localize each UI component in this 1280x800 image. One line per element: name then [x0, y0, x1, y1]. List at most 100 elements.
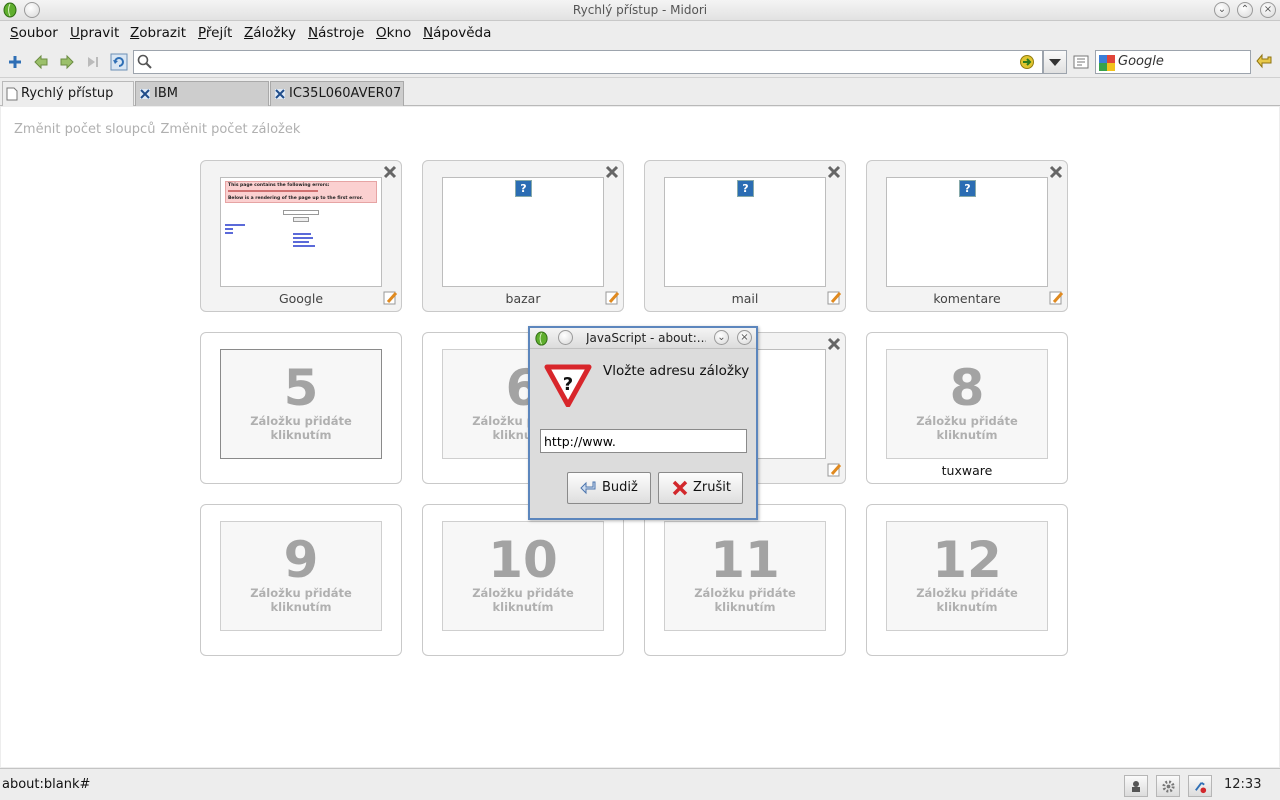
ok-arrow-icon: [580, 481, 596, 495]
menu-upravit[interactable]: Upravit: [70, 25, 119, 41]
search-placeholder: Google: [1118, 54, 1164, 69]
edit-shortcut-icon[interactable]: [826, 290, 842, 306]
undo-close-tab-icon[interactable]: [1256, 53, 1274, 71]
edit-shortcut-icon[interactable]: [1048, 290, 1064, 306]
empty-slot-placeholder[interactable]: 9 Záložku přidáte kliknutím: [220, 521, 382, 631]
speed-dial-slot-5[interactable]: 5 Záložku přidáte kliknutím: [200, 332, 402, 484]
speed-dial-shortcut-google[interactable]: This page contains the following errors:…: [200, 160, 402, 312]
tab-label: IBM: [154, 86, 178, 101]
remove-shortcut-icon[interactable]: [604, 164, 620, 180]
menu-zobrazit[interactable]: Zobrazit: [130, 25, 186, 41]
empty-slot-placeholder[interactable]: 10 Záložku přidáte kliknutím: [442, 521, 604, 631]
cancel-label: Zrušit: [693, 480, 731, 495]
menu-okno[interactable]: Okno: [376, 25, 411, 41]
slot-hint: kliknutím: [270, 428, 332, 442]
slot-hint: Záložku přidáte: [916, 414, 1018, 428]
menu-nastroje[interactable]: Nástroje: [308, 25, 364, 41]
dialog-close-button[interactable]: ×: [737, 330, 752, 345]
tab-ibm[interactable]: IBM: [135, 81, 269, 106]
slot-number: 8: [949, 359, 985, 417]
speed-dial-slot-9[interactable]: 9 Záložku přidáte kliknutím: [200, 504, 402, 656]
shortcut-label: komentare: [933, 291, 1001, 306]
minimize-button[interactable]: ⌄: [1214, 2, 1230, 18]
dialog-menu-button[interactable]: [558, 330, 573, 345]
menu-zalozky[interactable]: Záložky: [244, 25, 296, 41]
speed-dial-controls: Změnit počet sloupců Změnit počet záložek: [14, 122, 305, 137]
speed-dial-slot-10[interactable]: 10 Záložku přidáte kliknutím: [422, 504, 624, 656]
cancel-button[interactable]: Zrušit: [658, 472, 743, 504]
slot-hint: Záložku přidáte: [250, 586, 352, 600]
slot-hint: Záložku přidáte: [250, 414, 352, 428]
speed-dial-shortcut-bazar[interactable]: ? bazar: [422, 160, 624, 312]
close-window-button[interactable]: ×: [1260, 2, 1276, 18]
remove-shortcut-icon[interactable]: [826, 336, 842, 352]
slot-hint: Záložku přidáte: [472, 586, 574, 600]
maximize-button[interactable]: ⌃: [1237, 2, 1253, 18]
change-shortcuts-link[interactable]: Změnit počet záložek: [160, 122, 300, 137]
google-icon: [1099, 55, 1115, 71]
edit-shortcut-icon[interactable]: [382, 290, 398, 306]
dialog-title: JavaScript - about:...: [586, 331, 706, 345]
slot-hint: Záložku přidáte: [916, 586, 1018, 600]
shortcut-thumbnail[interactable]: ?: [442, 177, 604, 287]
change-columns-link[interactable]: Změnit počet sloupců: [14, 122, 155, 137]
thumb-error-note: Below is a rendering of the page up to t…: [228, 196, 364, 201]
forward-icon[interactable]: [58, 53, 76, 71]
empty-slot-placeholder[interactable]: 11 Záložku přidáte kliknutím: [664, 521, 826, 631]
slot-number: 11: [710, 531, 780, 589]
address-bar[interactable]: [133, 50, 1043, 74]
status-settings-icon[interactable]: [1156, 775, 1180, 797]
tab-bar: Rychlý přístup IBM IC35L060AVER07: [0, 79, 1280, 106]
go-icon[interactable]: [1019, 54, 1037, 70]
search-icon: [137, 54, 152, 69]
edit-shortcut-icon[interactable]: [604, 290, 620, 306]
dialog-minimize-button[interactable]: ⌄: [714, 330, 729, 345]
shortcut-label: bazar: [505, 291, 541, 306]
empty-slot-placeholder[interactable]: 5 Záložku přidáte kliknutím: [220, 349, 382, 459]
chevron-down-icon: [1049, 59, 1061, 66]
shortcut-thumbnail[interactable]: This page contains the following errors:…: [220, 177, 382, 287]
url-input[interactable]: [158, 53, 1018, 71]
missing-image-icon: ?: [959, 180, 976, 197]
tab-ic35l060aver07[interactable]: IC35L060AVER07: [270, 81, 404, 106]
status-network-icon[interactable]: [1188, 775, 1212, 797]
dialog-titlebar: JavaScript - about:... ⌄ ×: [530, 328, 756, 349]
speed-dial-slot-12[interactable]: 12 Záložku přidáte kliknutím: [866, 504, 1068, 656]
remove-shortcut-icon[interactable]: [1048, 164, 1064, 180]
url-history-dropdown[interactable]: [1043, 50, 1067, 74]
bookmark-url-input[interactable]: [540, 429, 747, 453]
reload-icon[interactable]: [110, 53, 128, 71]
warning-icon: ?: [544, 364, 592, 407]
edit-shortcut-icon[interactable]: [826, 462, 842, 478]
empty-slot-placeholder[interactable]: 8 Záložku přidáte kliknutím: [886, 349, 1048, 459]
tab-speed-dial[interactable]: Rychlý přístup: [2, 81, 134, 106]
shortcut-thumbnail[interactable]: ?: [886, 177, 1048, 287]
slot-hint: Záložku přidáte: [694, 586, 796, 600]
sidepanel-icon[interactable]: [1072, 53, 1090, 71]
slot-number: 9: [283, 531, 319, 589]
midori-logo-icon[interactable]: [534, 331, 549, 346]
empty-slot-placeholder[interactable]: 12 Záložku přidáte kliknutím: [886, 521, 1048, 631]
next-page-icon[interactable]: [84, 53, 102, 71]
menu-napoveda[interactable]: Nápověda: [423, 25, 491, 41]
speed-dial-slot-11[interactable]: 11 Záložku přidáte kliknutím: [644, 504, 846, 656]
speed-dial-shortcut-mail[interactable]: ? mail: [644, 160, 846, 312]
remove-shortcut-icon[interactable]: [382, 164, 398, 180]
shortcut-thumbnail[interactable]: ?: [664, 177, 826, 287]
speed-dial-shortcut-komentare[interactable]: ? komentare: [866, 160, 1068, 312]
back-icon[interactable]: [32, 53, 50, 71]
menu-soubor[interactable]: Soubor: [10, 25, 58, 41]
ok-button[interactable]: Budiž: [567, 472, 651, 504]
slot-hint: kliknutím: [270, 600, 332, 614]
new-tab-icon[interactable]: [6, 53, 24, 71]
speed-dial-slot-8[interactable]: 8 Záložku přidáte kliknutím tuxware: [866, 332, 1068, 484]
slot-number: 5: [283, 359, 319, 417]
menu-prejit[interactable]: Přejít: [198, 25, 232, 41]
remove-shortcut-icon[interactable]: [826, 164, 842, 180]
web-search-box[interactable]: Google: [1095, 50, 1251, 74]
window-titlebar: Rychlý přístup - Midori ⌄ ⌃ ×: [0, 0, 1280, 21]
thumb-error-title: This page contains the following errors:: [228, 183, 330, 188]
status-user-icon[interactable]: [1124, 775, 1148, 797]
slot-number: 12: [932, 531, 1002, 589]
navigation-toolbar: Google: [0, 46, 1280, 78]
